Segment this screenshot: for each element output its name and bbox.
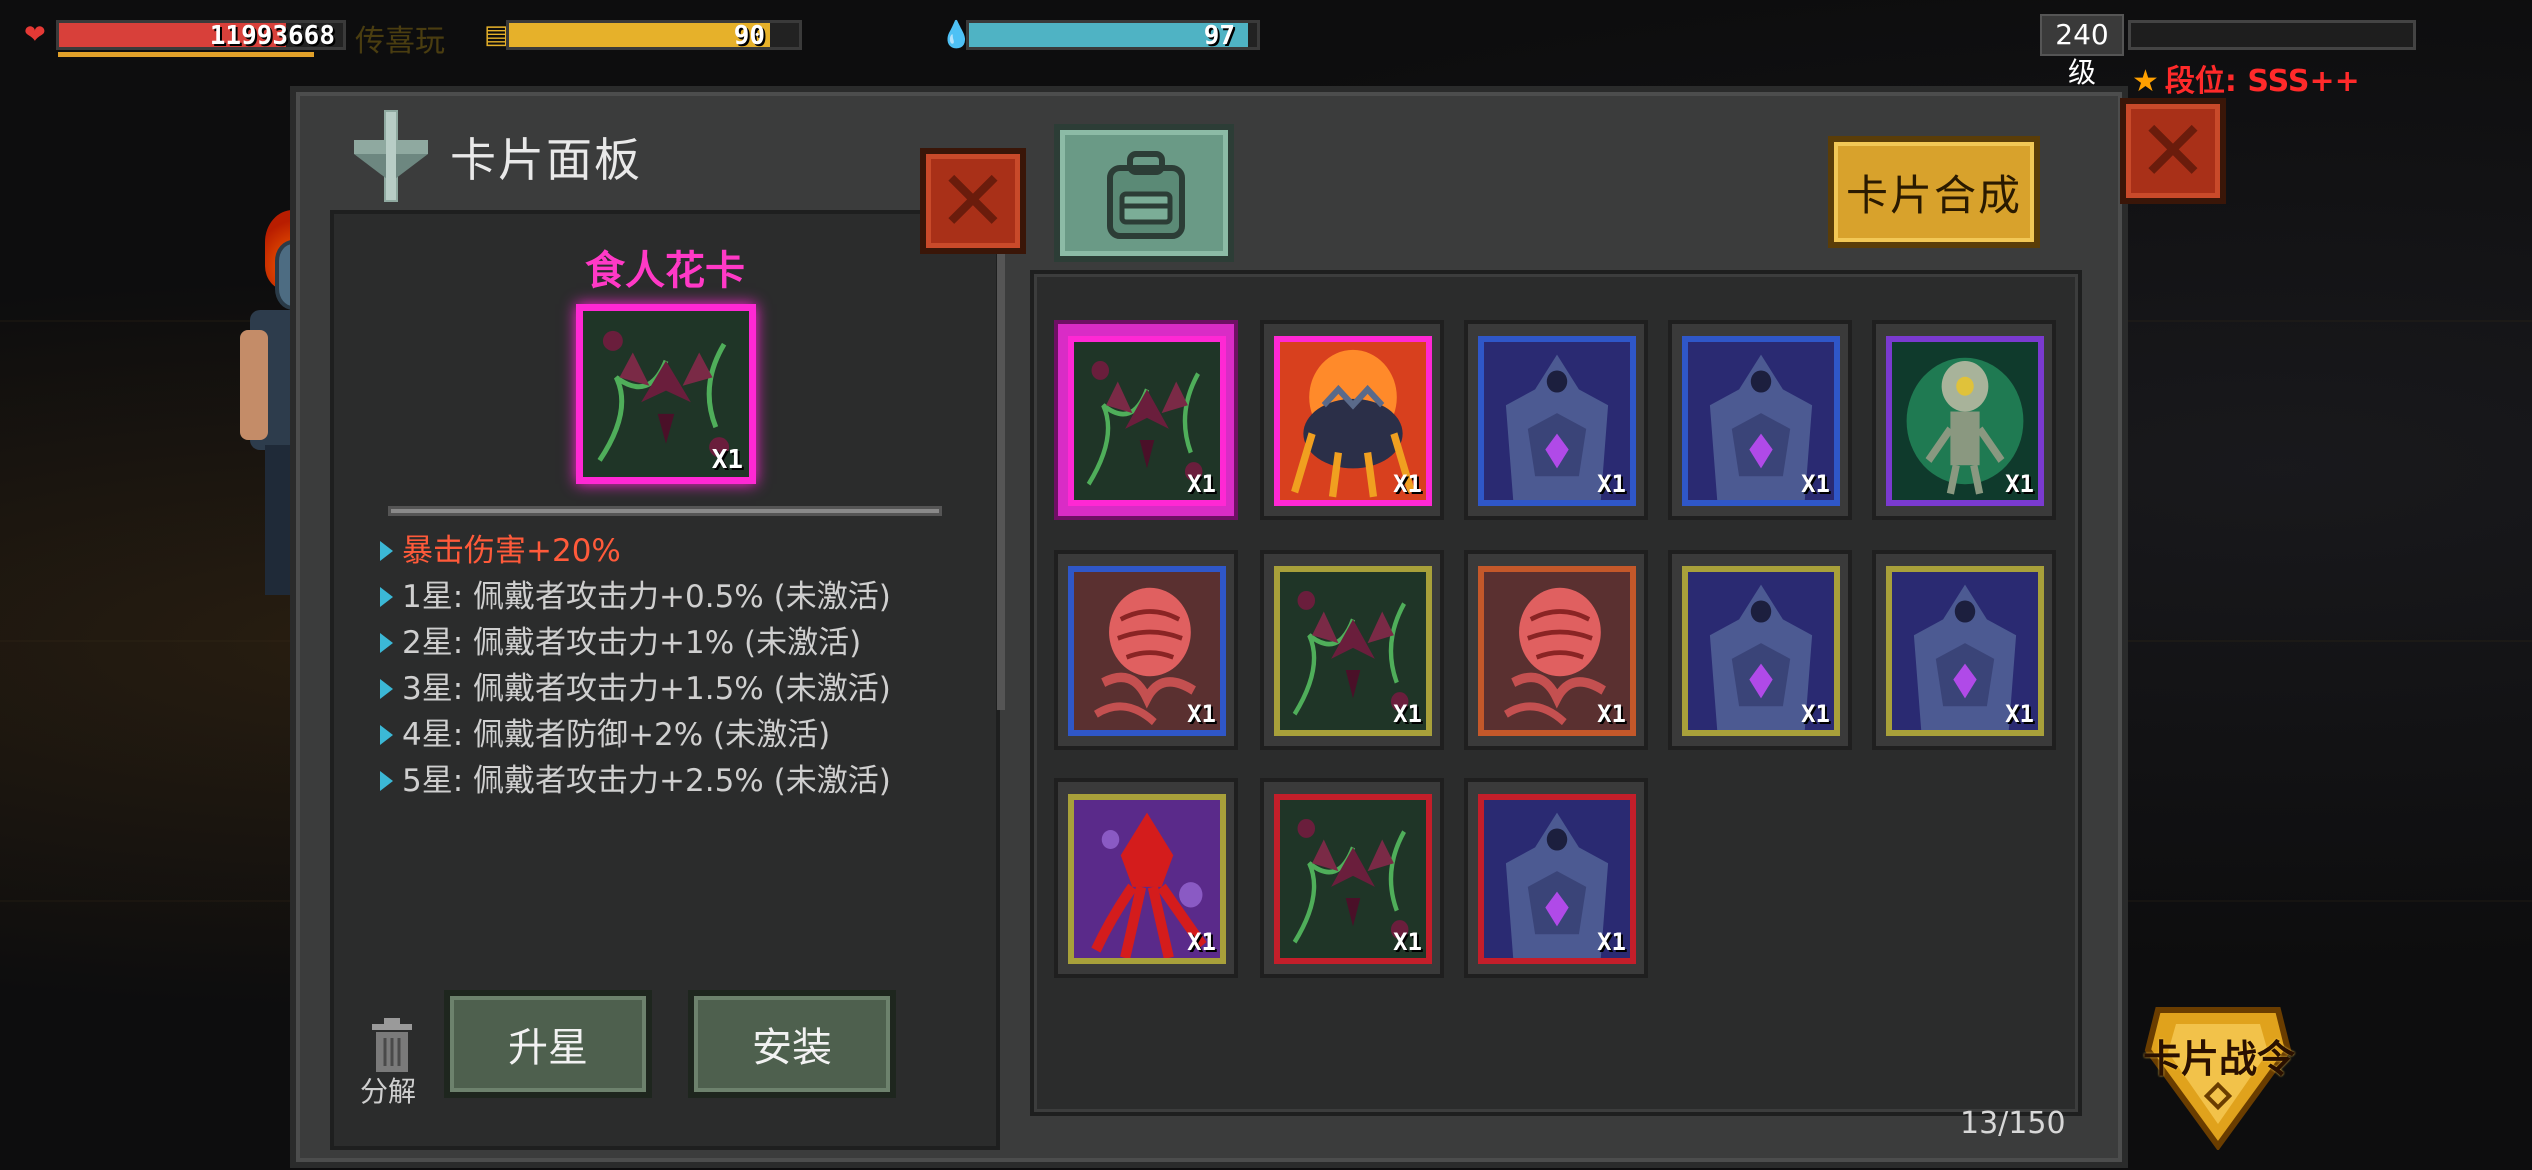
- man-eating-flower-card: X1: [1068, 336, 1226, 506]
- card-quantity: X1: [1801, 470, 1830, 498]
- alien-robot-card: X1: [1886, 336, 2044, 506]
- card-panel-icon: [354, 110, 428, 202]
- card-slot[interactable]: X1: [1464, 778, 1648, 978]
- card-slot[interactable]: X1: [1668, 320, 1852, 520]
- card-slot[interactable]: X1: [1872, 320, 2056, 520]
- card-slot[interactable]: X1: [1464, 320, 1648, 520]
- rank-text: 段位: SSS++: [2164, 64, 2360, 99]
- heart-icon: ❤: [24, 20, 46, 50]
- rank-label: ★ 段位: SSS++: [2132, 56, 2360, 100]
- stone-golem-card: X1: [1478, 794, 1636, 964]
- install-button[interactable]: 安装: [688, 990, 896, 1098]
- stat-line: 5星: 佩戴者攻击力+2.5% (未激活): [378, 758, 978, 804]
- flesh-brain-card: X1: [1068, 566, 1226, 736]
- card-quantity: X1: [1393, 700, 1422, 728]
- card-slot[interactable]: X1: [1260, 320, 1444, 520]
- card-quantity: X1: [1597, 928, 1626, 956]
- card-quantity: X1: [1187, 700, 1216, 728]
- red-squid-card: X1: [1068, 794, 1226, 964]
- card-slot[interactable]: X1: [1054, 320, 1238, 520]
- upgrade-star-button[interactable]: 升星: [444, 990, 652, 1098]
- detail-divider: [388, 506, 942, 516]
- level-badge: 240级: [2040, 14, 2124, 89]
- energy-bar-fill: [509, 23, 770, 47]
- card-quantity: X1: [1187, 470, 1216, 498]
- stat-line: 3星: 佩戴者攻击力+1.5% (未激活): [378, 666, 978, 712]
- star-icon: ★: [2132, 64, 2159, 99]
- tab-backpack[interactable]: [1054, 124, 1234, 262]
- close-icon: ✕: [2137, 102, 2209, 200]
- stat-line: 4星: 佩戴者防御+2% (未激活): [378, 712, 978, 758]
- stone-golem-card: X1: [1682, 336, 1840, 506]
- card-quantity: X1: [1187, 928, 1216, 956]
- card-slot[interactable]: X1: [1054, 550, 1238, 750]
- stone-golem-card: X1: [1478, 336, 1636, 506]
- card-slot[interactable]: X1: [1260, 550, 1444, 750]
- panel-title: 卡片面板: [450, 133, 642, 187]
- card-inventory-grid: X1 X1 X1 X1 X1 X1 X1 X1 X1 X1 X1 X1 X1: [1030, 270, 2082, 1116]
- player-name: 传喜玩: [355, 24, 445, 59]
- stone-golem-card: X1: [1886, 566, 2044, 736]
- backpack-icon: [1107, 151, 1185, 239]
- stat-line: 1星: 佩戴者攻击力+0.5% (未激活): [378, 574, 978, 620]
- energy-value: 90: [733, 21, 765, 51]
- card-quantity: X1: [1597, 470, 1626, 498]
- fire-beetle-card: X1: [1274, 336, 1432, 506]
- inventory-count: 13/150: [1960, 1106, 2066, 1141]
- selected-card-name: 食人花卡: [585, 248, 745, 294]
- trash-icon[interactable]: [366, 1014, 418, 1074]
- card-quantity: X1: [1393, 470, 1422, 498]
- card-quantity: X1: [1597, 700, 1626, 728]
- card-stats-list: 暴击伤害+20% 1星: 佩戴者攻击力+0.5% (未激活) 2星: 佩戴者攻击力+…: [378, 528, 978, 804]
- hp-value: 11993668: [209, 21, 335, 51]
- card-quantity: X1: [1801, 700, 1830, 728]
- battle-pass-label[interactable]: 卡片战令: [2128, 1028, 2310, 1083]
- card-quantity: X1: [2005, 470, 2034, 498]
- card-slot[interactable]: X1: [1668, 550, 1852, 750]
- card-slot[interactable]: X1: [1464, 550, 1648, 750]
- card-quantity: X1: [1393, 928, 1422, 956]
- card-quantity: X1: [711, 445, 743, 475]
- decompose-label[interactable]: 分解: [360, 1070, 416, 1110]
- selected-card-image: X1: [576, 304, 756, 484]
- close-icon: ✕: [937, 152, 1009, 250]
- card-synthesis-button[interactable]: 卡片合成: [1828, 136, 2040, 248]
- stat-line: 暴击伤害+20%: [378, 528, 978, 574]
- water-bar: 97: [966, 20, 1260, 51]
- card-slot[interactable]: X1: [1260, 778, 1444, 978]
- card-slot[interactable]: X1: [1872, 550, 2056, 750]
- card-quantity: X1: [2005, 700, 2034, 728]
- panel-close-button[interactable]: ✕: [2120, 98, 2226, 204]
- level-progress-bar: [2128, 20, 2416, 50]
- food-icon: ▤: [484, 20, 509, 50]
- energy-bar: 90: [506, 20, 802, 51]
- hp-underline: [58, 52, 314, 57]
- water-value: 97: [1203, 21, 1235, 51]
- hp-bar: 11993668: [56, 20, 346, 51]
- flesh-brain-card: X1: [1478, 566, 1636, 736]
- stat-line: 2星: 佩戴者攻击力+1% (未激活): [378, 620, 978, 666]
- card-slot[interactable]: X1: [1054, 778, 1238, 978]
- man-eating-flower-card: X1: [1274, 794, 1432, 964]
- stone-golem-card: X1: [1682, 566, 1840, 736]
- man-eating-flower-card: X1: [1274, 566, 1432, 736]
